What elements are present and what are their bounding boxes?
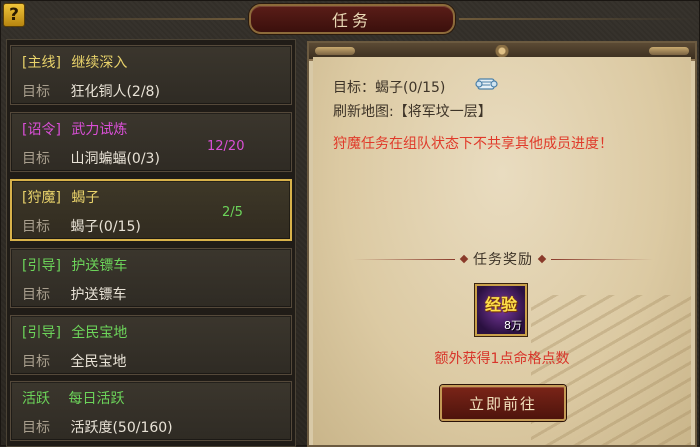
scroll-icon[interactable] — [475, 74, 499, 94]
quest-target-label: 目标 — [22, 151, 50, 167]
quest-detail-panel: 目标：蝎子(0/15) 刷新地图:【将军坟一层】 狩魔任务在组队状态下不共享其他… — [307, 41, 697, 447]
quest-name: 每日活跃 — [68, 391, 125, 407]
quest-name: 蝎子 — [71, 190, 100, 206]
scroll-center-ornament — [487, 45, 517, 57]
detail-warning: 狩魔任务在组队状态下不共享其他成员进度！ — [333, 136, 613, 152]
window-title: 任务 — [331, 11, 372, 30]
quest-tag: [引导] — [22, 325, 61, 341]
detail-refresh-map: 刷新地图:【将军坟一层】 — [333, 104, 492, 120]
window-title-plate: 任务 — [249, 4, 455, 34]
quest-target-value: 活跃度(50/160) — [70, 420, 173, 436]
quest-item-activity[interactable]: 活跃 每日活跃 目标 活跃度(50/160) — [10, 381, 292, 441]
quest-target-label: 目标 — [22, 420, 50, 436]
quest-progress: 12/20 — [207, 139, 245, 154]
quest-target-label: 目标 — [22, 219, 50, 235]
quest-title: [引导] 全民宝地 — [22, 322, 127, 342]
title-divider-right — [459, 18, 695, 20]
quest-item-treasure[interactable]: [引导] 全民宝地 目标 全民宝地 — [10, 315, 292, 375]
divider-ornament — [537, 254, 547, 264]
quest-progress: 2/5 — [222, 205, 243, 220]
quest-item-hunt-selected[interactable]: [狩魔] 蝎子 2/5 目标 蝎子(0/15) — [10, 179, 292, 241]
reward-item-amount: 8万 — [504, 319, 522, 332]
title-divider-left — [31, 18, 245, 20]
quest-target-value: 山洞蝙蝠(0/3) — [70, 151, 160, 167]
quest-name: 武力试炼 — [71, 122, 128, 138]
quest-item-escort[interactable]: [引导] 护送镖车 目标 护送镖车 — [10, 248, 292, 308]
quest-target: 目标 蝎子(0/15) — [22, 216, 141, 236]
quest-target: 目标 全民宝地 — [22, 351, 126, 371]
quest-target-value: 全民宝地 — [70, 354, 127, 370]
background-scroll-art — [531, 295, 691, 445]
quest-target: 目标 护送镖车 — [22, 284, 126, 304]
quest-target-label: 目标 — [22, 84, 50, 100]
quest-target-value: 狂化铜人(2/8) — [70, 84, 160, 100]
divider — [551, 258, 653, 260]
quest-tag: [诏令] — [22, 122, 61, 138]
help-icon: ? — [9, 5, 19, 25]
quest-name: 继续深入 — [71, 55, 128, 71]
divider-ornament — [459, 254, 469, 264]
quest-target: 目标 活跃度(50/160) — [22, 417, 173, 437]
quest-tag: [主线] — [22, 55, 61, 71]
go-now-button-label: 立即前往 — [468, 394, 537, 413]
reward-item-name: 经验 — [484, 295, 517, 314]
divider — [353, 258, 455, 260]
quest-target-label: 目标 — [22, 287, 50, 303]
reward-exp-item[interactable]: 经验 8万 — [475, 284, 527, 336]
extra-reward-text: 额外获得1点命格点数 — [434, 351, 570, 367]
quest-item-main[interactable]: [主线] 继续深入 目标 狂化铜人(2/8) — [10, 45, 292, 105]
quest-target-value: 护送镖车 — [70, 287, 127, 303]
reward-header: 任务奖励 — [353, 249, 653, 269]
quest-target: 目标 狂化铜人(2/8) — [22, 81, 160, 101]
quest-target: 目标 山洞蝙蝠(0/3) — [22, 148, 160, 168]
quest-list[interactable]: [主线] 继续深入 目标 狂化铜人(2/8) [诏令] 武力试炼 12/20 目… — [6, 39, 296, 447]
quest-name: 护送镖车 — [71, 258, 128, 274]
quest-title: [诏令] 武力试炼 — [22, 119, 127, 139]
quest-title: [引导] 护送镖车 — [22, 255, 127, 275]
quest-name: 全民宝地 — [71, 325, 128, 341]
quest-tag: [引导] — [22, 258, 61, 274]
detail-target: 目标：蝎子(0/15) — [333, 80, 446, 96]
quest-window: ? 任务 [主线] 继续深入 目标 狂化铜人(2/8) [诏令] 武力试炼 12… — [0, 0, 700, 447]
quest-title: 活跃 每日活跃 — [22, 388, 124, 408]
help-button[interactable]: ? — [3, 3, 25, 27]
quest-target-value: 蝎子(0/15) — [70, 219, 141, 235]
quest-tag: 活跃 — [22, 391, 50, 407]
quest-item-decree[interactable]: [诏令] 武力试炼 12/20 目标 山洞蝙蝠(0/3) — [10, 112, 292, 172]
reward-header-label: 任务奖励 — [473, 252, 533, 268]
scroll-end-ornament — [649, 47, 689, 55]
quest-title: [狩魔] 蝎子 — [22, 187, 99, 207]
quest-title: [主线] 继续深入 — [22, 52, 127, 72]
go-now-button[interactable]: 立即前往 — [440, 385, 566, 421]
quest-tag: [狩魔] — [22, 190, 61, 206]
quest-target-label: 目标 — [22, 354, 50, 370]
scroll-end-ornament — [315, 47, 355, 55]
